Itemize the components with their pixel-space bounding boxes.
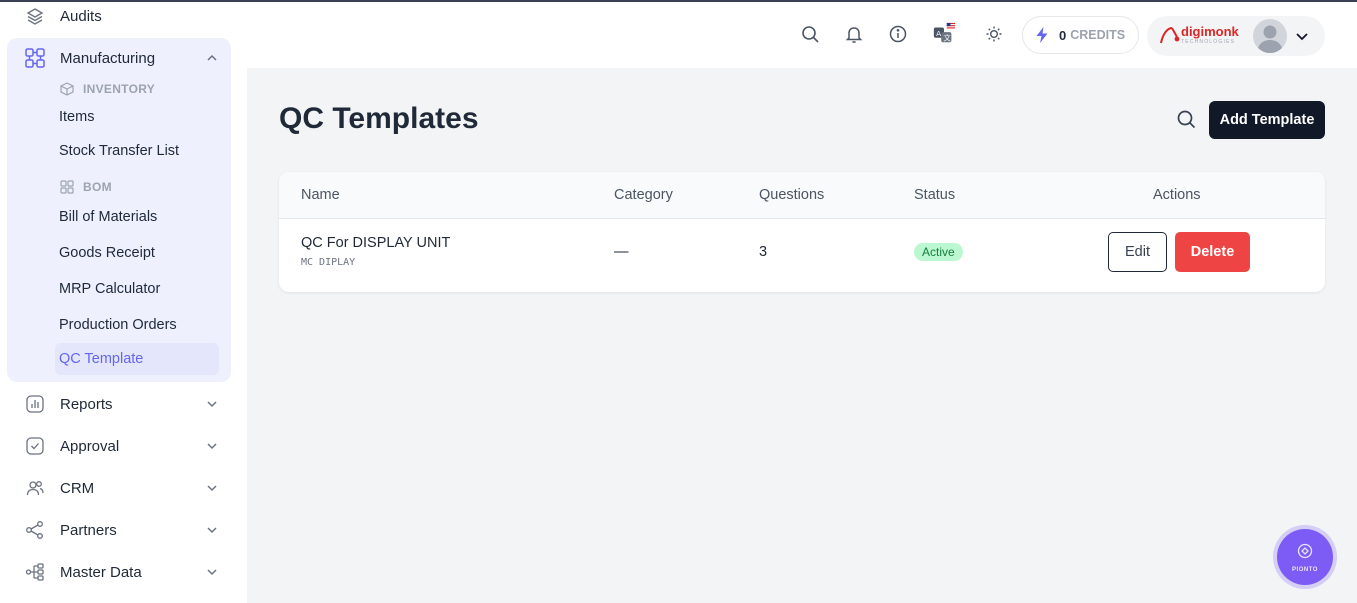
bom-heading: BOM xyxy=(59,178,112,196)
sidebar-item-label: Reports xyxy=(60,395,113,413)
credits-button[interactable]: 0 CREDITS xyxy=(1022,16,1139,54)
lightning-icon xyxy=(1035,26,1051,44)
credits-label: CREDITS xyxy=(1070,28,1126,42)
fab-label: PIONTO xyxy=(1292,566,1318,573)
column-category: Category xyxy=(614,187,673,203)
edit-button[interactable]: Edit xyxy=(1108,232,1167,272)
column-name: Name xyxy=(301,187,340,203)
column-questions: Questions xyxy=(759,187,825,203)
page-title: QC Templates xyxy=(279,102,479,135)
sidebar-item-label: Partners xyxy=(60,521,117,539)
credits-count: 0 xyxy=(1059,27,1067,43)
chevron-down-icon xyxy=(204,522,220,538)
top-bar: A文 0 CREDITS digimonk TECHNOLOGIES xyxy=(247,2,1357,68)
sidebar-item-label: Audits xyxy=(60,7,102,25)
sidebar-item-production-orders[interactable]: Production Orders xyxy=(59,315,177,335)
svg-text:A: A xyxy=(936,29,941,38)
svg-text:文: 文 xyxy=(944,33,952,42)
search-icon[interactable] xyxy=(798,22,822,46)
sidebar-item-master-data[interactable]: Master Data xyxy=(0,552,247,592)
manufacturing-group: Manufacturing INVENTORY Items Stock Tran… xyxy=(7,38,231,382)
assistant-fab[interactable]: PIONTO xyxy=(1277,529,1333,585)
chevron-down-icon xyxy=(204,396,220,412)
sidebar: Audits Manufacturing INVENTORY Items Sto… xyxy=(0,2,247,603)
profile-menu[interactable]: digimonk TECHNOLOGIES xyxy=(1147,16,1325,56)
sidebar-item-audits[interactable]: Audits xyxy=(0,0,247,36)
company-logo: digimonk TECHNOLOGIES xyxy=(1159,24,1239,46)
chevron-down-icon xyxy=(204,480,220,496)
templates-table: Name Category Questions Status Actions Q… xyxy=(279,172,1325,292)
hierarchy-icon xyxy=(24,561,46,583)
sidebar-item-crm[interactable]: CRM xyxy=(0,468,247,508)
sidebar-item-label: Master Data xyxy=(60,563,142,581)
bom-heading-label: BOM xyxy=(83,180,112,194)
sidebar-item-label: CRM xyxy=(60,479,95,497)
chevron-down-icon xyxy=(1294,28,1310,44)
pionto-icon xyxy=(1296,542,1314,565)
table-header: Name Category Questions Status Actions xyxy=(279,172,1325,219)
sidebar-item-reports[interactable]: Reports xyxy=(0,384,247,424)
inventory-heading-label: INVENTORY xyxy=(83,82,156,96)
add-template-button[interactable]: Add Template xyxy=(1209,101,1325,139)
grid-icon xyxy=(59,179,75,195)
translate-icon[interactable]: A文 xyxy=(932,22,956,46)
sidebar-item-items[interactable]: Items xyxy=(59,107,94,127)
check-square-icon xyxy=(24,435,46,457)
sidebar-item-mrp-calculator[interactable]: MRP Calculator xyxy=(59,279,160,299)
sidebar-item-approval[interactable]: Approval xyxy=(0,426,247,466)
sidebar-item-goods-receipt[interactable]: Goods Receipt xyxy=(59,243,155,263)
template-code: MC DIPLAY xyxy=(301,257,356,268)
template-category: — xyxy=(614,244,629,260)
chevron-up-icon xyxy=(204,50,220,66)
template-questions: 3 xyxy=(759,244,768,260)
sidebar-item-bill-of-materials[interactable]: Bill of Materials xyxy=(59,207,157,227)
sidebar-item-manufacturing[interactable]: Manufacturing xyxy=(7,38,231,78)
box-icon xyxy=(59,81,75,97)
layers-icon xyxy=(24,5,46,27)
delete-button[interactable]: Delete xyxy=(1175,232,1250,272)
bell-icon[interactable] xyxy=(842,22,866,46)
logo-subtext: TECHNOLOGIES xyxy=(1181,39,1236,45)
grid-icon xyxy=(24,47,46,69)
sidebar-item-stock-transfer[interactable]: Stock Transfer List xyxy=(59,141,179,161)
sun-icon[interactable] xyxy=(982,22,1006,46)
column-status: Status xyxy=(914,187,956,203)
info-icon[interactable] xyxy=(886,22,910,46)
sidebar-item-partners[interactable]: Partners xyxy=(0,510,247,550)
search-icon[interactable] xyxy=(1175,108,1199,132)
template-name: QC For DISPLAY UNIT xyxy=(301,235,451,251)
table-row[interactable]: QC For DISPLAY UNIT MC DIPLAY — 3 Active… xyxy=(279,219,1325,292)
sidebar-item-qc-template[interactable]: QC Template xyxy=(55,343,219,375)
status-badge: Active xyxy=(914,243,963,261)
sidebar-item-label: Approval xyxy=(60,437,120,455)
logo-text: digimonk xyxy=(1181,24,1239,39)
chart-icon xyxy=(24,393,46,415)
avatar[interactable] xyxy=(1253,19,1287,53)
chevron-down-icon xyxy=(204,438,220,454)
share-icon xyxy=(24,519,46,541)
users-icon xyxy=(24,477,46,499)
column-actions: Actions xyxy=(1153,187,1201,203)
inventory-heading: INVENTORY xyxy=(59,80,155,98)
chevron-down-icon xyxy=(204,564,220,580)
sidebar-item-label: Manufacturing xyxy=(60,50,156,67)
